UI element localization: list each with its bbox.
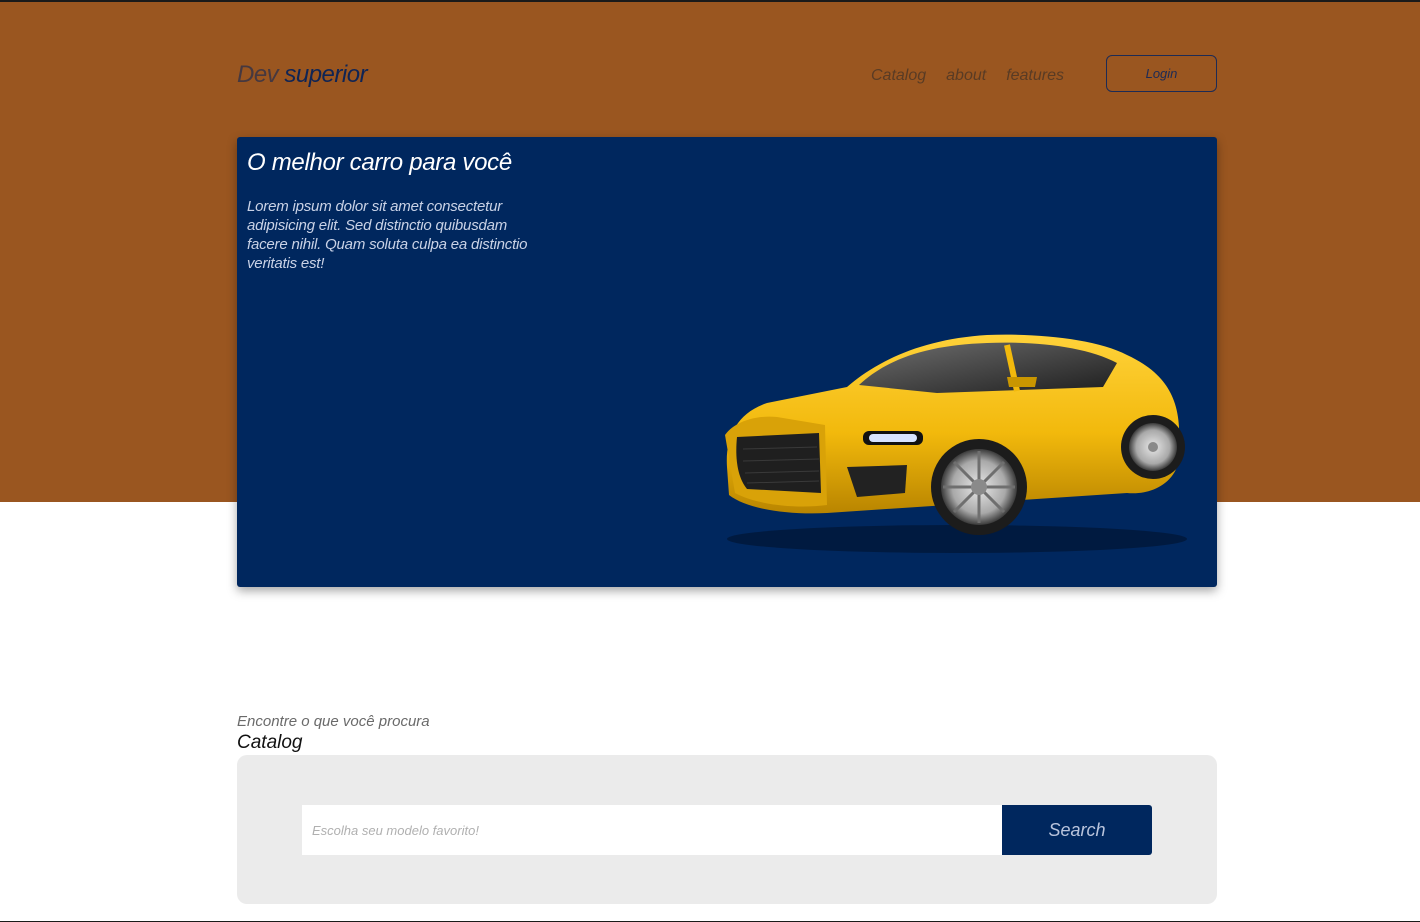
site-header: Dev superior Catalog about features Logi… [237,55,1217,97]
nav-link-features[interactable]: features [1006,67,1064,85]
search-input[interactable] [302,805,1002,855]
main-nav: Catalog about features [871,67,1064,85]
logo[interactable]: Dev superior [237,61,368,89]
hero-title: O melhor carro para você [247,149,512,176]
catalog-subtitle: Encontre o que você procura [237,713,430,730]
search-button[interactable]: Search [1002,805,1152,855]
search-panel: Search [237,755,1217,904]
logo-dev-text: Dev [237,61,279,88]
hero-description: Lorem ipsum dolor sit amet consectetur a… [247,198,528,272]
catalog-title: Catalog [237,732,303,753]
page: Dev superior Catalog about features Logi… [0,0,1420,922]
login-button[interactable]: Login [1106,55,1217,92]
hero-card: O melhor carro para você Lorem ipsum dol… [237,137,1217,587]
car-image [725,334,1187,553]
nav-link-catalog[interactable]: Catalog [871,67,926,85]
logo-superior-text: superior [284,61,368,88]
nav-link-about[interactable]: about [946,67,986,85]
